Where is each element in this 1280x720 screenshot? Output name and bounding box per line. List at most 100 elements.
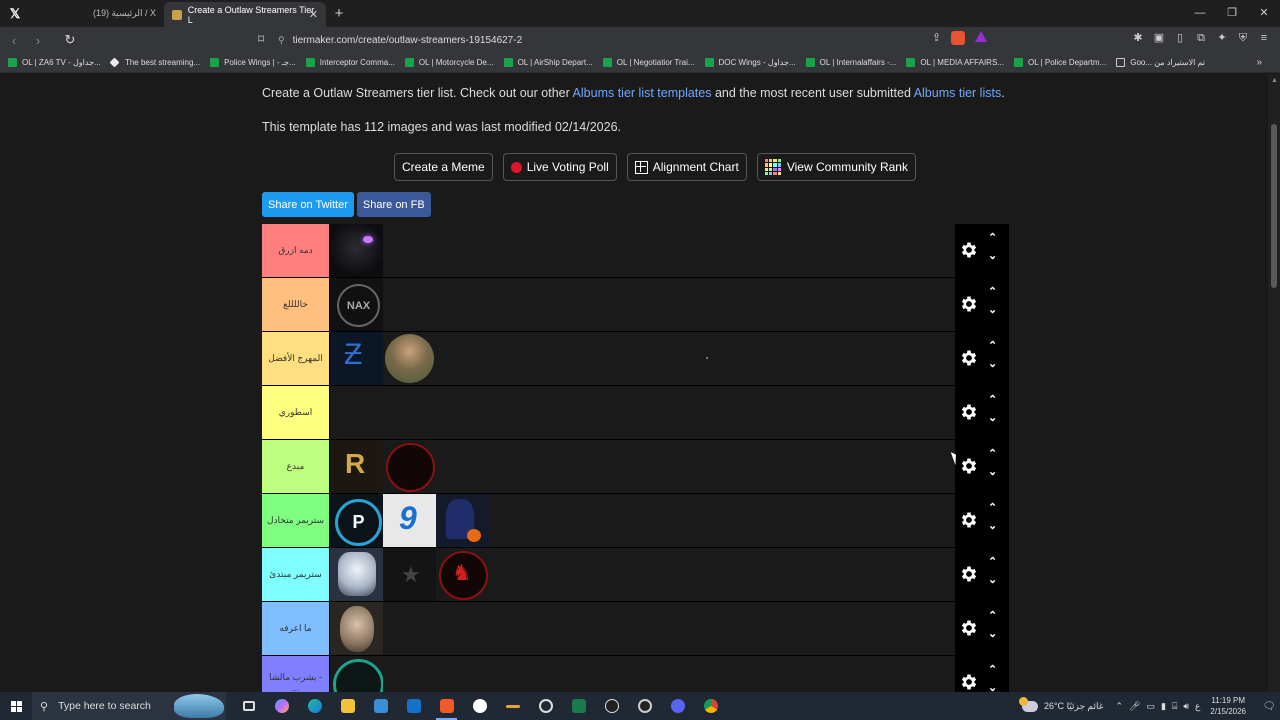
albums-tierlists-link[interactable]: Albums tier lists — [914, 86, 1002, 100]
logitech-icon[interactable] — [595, 692, 628, 720]
red-ring-avatar[interactable] — [383, 440, 436, 493]
move-down-icon[interactable]: ⌄ — [988, 520, 997, 532]
move-down-icon[interactable]: ⌄ — [988, 358, 997, 370]
move-up-icon[interactable]: ⌃ — [988, 286, 997, 298]
tier-items[interactable] — [329, 278, 955, 331]
close-window-button[interactable]: ✕ — [1248, 0, 1280, 27]
battery-icon[interactable]: ▮ — [1161, 701, 1166, 712]
gear-icon[interactable] — [959, 456, 979, 476]
tier-label[interactable]: ستريمر متخادل — [262, 494, 329, 547]
albums-templates-link[interactable]: Albums tier list templates — [573, 86, 712, 100]
alignment-chart-button[interactable]: Alignment Chart — [626, 153, 747, 181]
wallet-icon[interactable]: ▣ — [1153, 32, 1165, 44]
tier-items[interactable] — [329, 224, 955, 277]
brave-taskbar-icon[interactable] — [430, 692, 463, 720]
brave-rewards-icon[interactable] — [975, 31, 988, 42]
nine-logo-avatar[interactable] — [383, 494, 436, 547]
tier-label[interactable]: المهرج الأفضل — [262, 332, 329, 385]
bookmark-item[interactable]: OL | Internalaffairs -... — [805, 58, 896, 67]
minimize-button[interactable]: — — [1184, 0, 1216, 27]
vpn-icon[interactable]: ⛨ — [1237, 32, 1249, 44]
red-knight-avatar[interactable] — [436, 548, 489, 601]
create-meme-button[interactable]: Create a Meme — [394, 153, 493, 181]
extensions-icon[interactable]: ✱ — [1132, 32, 1144, 44]
share-icon[interactable]: ⇪ — [932, 31, 941, 45]
new-tab-button[interactable]: + — [326, 5, 352, 22]
copilot-icon[interactable] — [265, 692, 298, 720]
scrollbar-thumb[interactable] — [1271, 124, 1277, 288]
share-twitter-button[interactable]: Share on Twitter — [262, 192, 354, 217]
move-down-icon[interactable]: ⌄ — [988, 304, 997, 316]
gear-icon[interactable] — [959, 564, 979, 584]
bookmark-item[interactable]: OL | Negotiatior Trai... — [602, 58, 695, 67]
forward-button[interactable]: › — [28, 33, 48, 48]
tab-tiermaker[interactable]: Create a Outlaw Streamers Tier L ✕ — [164, 2, 326, 27]
app-line-icon[interactable] — [496, 692, 529, 720]
display-icon[interactable]: ▭ — [1146, 701, 1155, 712]
tab-close-icon[interactable]: ✕ — [309, 8, 318, 21]
tier-label[interactable]: خاللللع — [262, 278, 329, 331]
tier-label[interactable]: اسطوري — [262, 386, 329, 439]
network-icon[interactable]: ⌸ — [1172, 701, 1177, 712]
move-up-icon[interactable]: ⌃ — [988, 340, 997, 352]
bookmark-item[interactable]: The best streaming... — [109, 57, 200, 68]
gear-icon[interactable] — [959, 240, 979, 260]
move-up-icon[interactable]: ⌃ — [988, 394, 997, 406]
bookmark-folder[interactable]: Goo... تم الاستيراد من — [1116, 58, 1205, 67]
task-view-button[interactable] — [232, 692, 265, 720]
bookmark-item[interactable]: DOC Wings - جداول... — [704, 58, 796, 67]
volume-icon[interactable]: 🔊︎ — [1183, 701, 1189, 712]
tier-items[interactable] — [329, 602, 955, 655]
edge-icon[interactable] — [298, 692, 331, 720]
tier-items[interactable] — [329, 494, 955, 547]
sidebar-icon[interactable]: ▯ — [1174, 32, 1186, 44]
reload-button[interactable]: ↻ — [60, 32, 80, 48]
soldier-avatar[interactable] — [383, 332, 436, 385]
pd-logo-avatar[interactable] — [330, 494, 383, 547]
anime-pumpkin-avatar[interactable] — [436, 494, 489, 547]
discord-icon[interactable] — [661, 692, 694, 720]
tab-manager-icon[interactable]: ⧉ — [1195, 32, 1207, 44]
gear-icon[interactable] — [959, 402, 979, 422]
move-down-icon[interactable]: ⌄ — [988, 250, 997, 262]
gear-icon[interactable] — [959, 618, 979, 638]
tier-items[interactable] — [329, 332, 955, 385]
address-bar[interactable]: ⚲ tiermaker.com/create/outlaw-streamers-… — [278, 30, 998, 50]
chevron-up-icon[interactable]: ⌃ — [1116, 701, 1124, 712]
gear-icon[interactable] — [959, 348, 979, 368]
move-down-icon[interactable]: ⌄ — [988, 574, 997, 586]
purple-eyes-avatar[interactable] — [330, 224, 383, 277]
app-circle-icon[interactable] — [463, 692, 496, 720]
bookmark-item[interactable]: OL | Police Departm... — [1013, 58, 1106, 67]
tier-label[interactable]: مبدع — [262, 440, 329, 493]
weather-widget[interactable]: 26°C غائم جزئيًا — [1018, 696, 1104, 712]
start-button[interactable] — [0, 692, 32, 720]
gold-logo-avatar[interactable] — [330, 440, 383, 493]
tier-label[interactable]: ما اعرفه — [262, 602, 329, 655]
brave-shields-icon[interactable] — [951, 31, 966, 45]
share-fb-button[interactable]: Share on FB — [356, 192, 431, 217]
speedometer-icon[interactable] — [529, 692, 562, 720]
site-info-icon[interactable]: ⚲ — [278, 35, 285, 46]
bookmark-item[interactable]: OL | Motorcycle De... — [404, 58, 494, 67]
bookmark-item[interactable]: OL | AirShip Depart... — [503, 58, 593, 67]
clock[interactable]: 11:19 PM 2/15/2026 — [1210, 695, 1246, 717]
tier-items[interactable] — [329, 548, 955, 601]
language-indicator[interactable]: ع — [1195, 701, 1200, 712]
move-up-icon[interactable]: ⌃ — [988, 502, 997, 514]
bookmark-item[interactable]: Interceptor Comma... — [305, 58, 395, 67]
gear-icon[interactable] — [959, 672, 979, 692]
store-icon[interactable] — [364, 692, 397, 720]
move-down-icon[interactable]: ⌄ — [988, 628, 997, 640]
scroll-up-icon[interactable]: ▲ — [1271, 77, 1278, 84]
back-button[interactable]: ‹ — [4, 33, 24, 48]
gear-icon[interactable] — [959, 510, 979, 530]
taskbar-search[interactable]: ⚲ Type here to search — [32, 692, 226, 720]
microphone-icon[interactable]: 🎤︎ — [1129, 701, 1140, 712]
move-up-icon[interactable]: ⌃ — [988, 664, 997, 676]
page-scrollbar[interactable]: ▲ — [1268, 74, 1280, 692]
tier-label[interactable]: ستريمر مبتدئ — [262, 548, 329, 601]
notification-icon[interactable]: 🗨︎ — [1258, 701, 1280, 712]
move-down-icon[interactable]: ⌄ — [988, 466, 997, 478]
leo-ai-icon[interactable]: ✦ — [1216, 32, 1228, 44]
